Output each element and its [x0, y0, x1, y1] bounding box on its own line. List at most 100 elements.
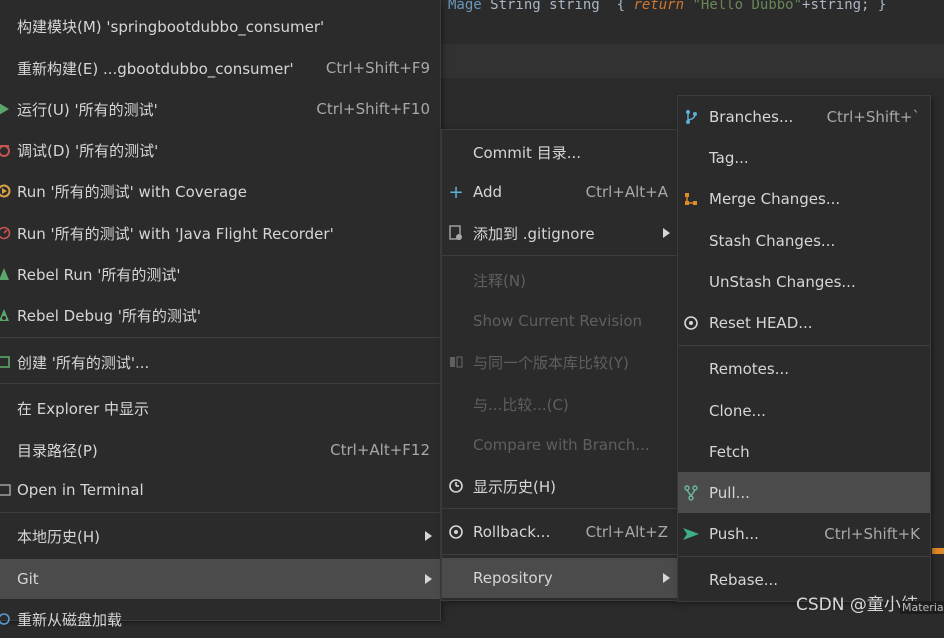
menu-item-create-tests[interactable]: 创建 '所有的测试'...	[0, 343, 440, 381]
menu-item-show-history[interactable]: 显示历史(H)	[442, 467, 678, 505]
menu-item-rollback[interactable]: Rollback... Ctrl+Alt+Z	[442, 513, 678, 551]
menu-item-label: Clone...	[709, 402, 766, 420]
shortcut-label: Ctrl+Alt+A	[585, 183, 668, 201]
menu-item-label: Compare with Branch...	[473, 436, 650, 454]
menu-item-label: Show Current Revision	[473, 312, 643, 330]
menu-item-reload-from-disk[interactable]: 重新从磁盘加载	[0, 600, 440, 638]
menu-item-remotes[interactable]: Remotes...	[678, 350, 930, 388]
menu-item-branches[interactable]: Branches... Ctrl+Shift+`	[678, 98, 930, 136]
shortcut-label: Ctrl+Shift+`	[826, 108, 920, 126]
git-submenu: Commit 目录... + Add Ctrl+Alt+A 添加到 .gitig…	[442, 130, 678, 600]
menu-separator	[0, 383, 440, 384]
submenu-arrow-icon	[663, 228, 670, 238]
menu-item-push[interactable]: Push... Ctrl+Shift+K	[678, 515, 930, 553]
shortcut-label: Ctrl+Shift+F9	[325, 59, 430, 77]
menu-item-label: Rebel Debug '所有的测试'	[17, 306, 202, 325]
submenu-arrow-icon	[425, 574, 432, 584]
code-token: String	[481, 0, 550, 13]
menu-item-merge-changes[interactable]: Merge Changes...	[678, 180, 930, 218]
code-token: {	[599, 0, 634, 13]
menu-item-label: Run '所有的测试' with Coverage	[17, 182, 248, 201]
menu-item-run-coverage[interactable]: Run '所有的测试' with Coverage	[0, 172, 440, 210]
context-menu: 构建模块(M) 'springbootdubbo_consumer' 重新构建(…	[0, 0, 440, 629]
menu-item-run-tests[interactable]: 运行(U) '所有的测试' Ctrl+Shift+F10	[0, 90, 440, 128]
menu-item-label: 在 Explorer 中显示	[17, 399, 149, 418]
create-config-icon	[0, 354, 12, 370]
shortcut-label: Ctrl+Shift+K	[824, 525, 920, 543]
plus-icon: +	[448, 181, 464, 203]
menu-item-tag[interactable]: Tag...	[678, 139, 930, 177]
menu-item-label: Rebel Run '所有的测试'	[17, 265, 181, 284]
menu-item-repository[interactable]: Repository	[442, 558, 678, 598]
shortcut-label: Ctrl+Shift+F10	[316, 100, 430, 118]
code-token: +string; }	[802, 0, 887, 13]
menu-separator	[0, 337, 440, 338]
menu-item-build-module[interactable]: 构建模块(M) 'springbootdubbo_consumer'	[0, 7, 440, 45]
menu-separator	[442, 554, 678, 555]
code-token: string	[549, 0, 600, 13]
menu-item-reset-head[interactable]: Reset HEAD...	[678, 304, 930, 342]
menu-item-run-jfr[interactable]: Run '所有的测试' with 'Java Flight Recorder'	[0, 214, 440, 252]
menu-item-git[interactable]: Git	[0, 559, 440, 599]
menu-item-label: Run '所有的测试' with 'Java Flight Recorder'	[17, 224, 334, 243]
menu-item-rebel-debug[interactable]: Rebel Debug '所有的测试'	[0, 296, 440, 334]
menu-item-label: 添加到 .gitignore	[473, 224, 595, 243]
menu-item-label: Fetch	[709, 443, 750, 461]
menu-item-label: 与...比较...(C)	[473, 395, 569, 414]
branch-icon	[683, 109, 699, 125]
menu-item-annotate[interactable]: 注释(N)	[442, 261, 678, 299]
menu-item-local-history[interactable]: 本地历史(H)	[0, 517, 440, 555]
menu-item-label: 与同一个版本库比较(Y)	[473, 353, 629, 372]
menu-item-directory-path[interactable]: 目录路径(P) Ctrl+Alt+F12	[0, 431, 440, 469]
menu-item-label: 显示历史(H)	[473, 477, 556, 496]
shortcut-label: Ctrl+Alt+Z	[585, 523, 668, 541]
rollback-icon	[448, 524, 464, 540]
menu-item-fetch[interactable]: Fetch	[678, 433, 930, 471]
submenu-arrow-icon	[425, 531, 432, 541]
menu-item-label: Tag...	[709, 149, 749, 167]
menu-item-label: 重新构建(E) ...gbootdubbo_consumer'	[17, 59, 294, 78]
coverage-icon	[0, 183, 12, 199]
menu-item-compare-with[interactable]: 与...比较...(C)	[442, 385, 678, 423]
profiler-icon	[0, 225, 12, 241]
repository-submenu: Branches... Ctrl+Shift+` Tag... Merge Ch…	[678, 96, 930, 601]
menu-item-label: Git	[17, 570, 39, 588]
terminal-icon	[0, 482, 12, 498]
menu-separator	[442, 255, 678, 256]
menu-item-unstash-changes[interactable]: UnStash Changes...	[678, 263, 930, 301]
menu-item-rebuild[interactable]: 重新构建(E) ...gbootdubbo_consumer' Ctrl+Shi…	[0, 49, 440, 87]
accent-marker	[932, 548, 944, 554]
code-token: Mage	[448, 0, 482, 13]
menu-item-label: Repository	[473, 569, 553, 587]
code-line: Mage String string { return "Hello Dubbo…	[448, 0, 886, 13]
menu-item-add-to-gitignore[interactable]: 添加到 .gitignore	[442, 214, 678, 252]
menu-item-label: Commit 目录...	[473, 143, 581, 162]
menu-item-stash-changes[interactable]: Stash Changes...	[678, 222, 930, 260]
code-keyword: return	[633, 0, 685, 13]
menu-item-debug-tests[interactable]: 调试(D) '所有的测试'	[0, 131, 440, 169]
menu-item-label: Push...	[709, 525, 759, 543]
menu-item-open-terminal[interactable]: Open in Terminal	[0, 471, 440, 509]
menu-item-label: Remotes...	[709, 360, 789, 378]
menu-item-label: 运行(U) '所有的测试'	[17, 100, 158, 119]
menu-item-label: Branches...	[709, 108, 794, 126]
menu-item-compare-with-branch[interactable]: Compare with Branch...	[442, 426, 678, 464]
menu-item-clone[interactable]: Clone...	[678, 392, 930, 430]
menu-item-pull[interactable]: Pull...	[678, 472, 930, 513]
menu-item-label: 目录路径(P)	[17, 441, 98, 460]
menu-item-commit-directory[interactable]: Commit 目录...	[442, 133, 678, 171]
menu-item-label: 注释(N)	[473, 271, 526, 290]
menu-separator	[0, 512, 440, 513]
menu-item-label: Open in Terminal	[17, 481, 144, 499]
menu-separator	[678, 345, 930, 346]
menu-item-rebel-run[interactable]: Rebel Run '所有的测试'	[0, 255, 440, 293]
rebel-debug-icon	[0, 307, 12, 323]
menu-item-show-current-revision[interactable]: Show Current Revision	[442, 302, 678, 340]
menu-item-show-in-explorer[interactable]: 在 Explorer 中显示	[0, 389, 440, 427]
menu-item-label: UnStash Changes...	[709, 273, 856, 291]
menu-item-add[interactable]: + Add Ctrl+Alt+A	[442, 173, 678, 211]
menu-item-label: 调试(D) '所有的测试'	[17, 141, 159, 160]
push-icon	[683, 526, 699, 542]
shortcut-label: Ctrl+Alt+F12	[330, 441, 430, 459]
menu-item-compare-same-repo[interactable]: 与同一个版本库比较(Y)	[442, 343, 678, 381]
